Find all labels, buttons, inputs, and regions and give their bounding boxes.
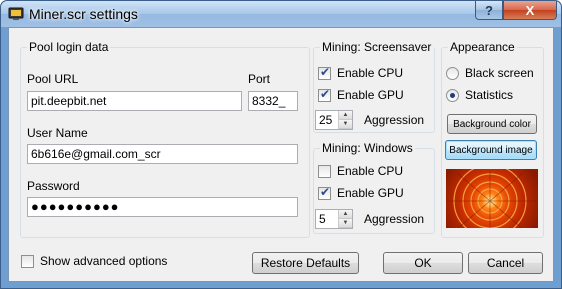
radio-unselected-icon <box>446 66 459 80</box>
settings-window: Miner.scr settings ? X Pool login data P… <box>0 0 562 289</box>
password-input[interactable]: ●●●●●●●●●● <box>27 197 298 217</box>
windows-cpu-label: Enable CPU <box>337 164 404 178</box>
spin-up-icon[interactable]: ▲ <box>339 210 352 219</box>
restore-defaults-button[interactable]: Restore Defaults <box>252 252 359 274</box>
ok-button[interactable]: OK <box>383 252 463 274</box>
background-color-button[interactable]: Background color <box>447 114 537 134</box>
advanced-options-label: Show advanced options <box>40 254 168 268</box>
title-bar[interactable]: Miner.scr settings ? X <box>1 1 561 27</box>
checkbox-unchecked-icon <box>21 254 34 268</box>
screensaver-aggression-stepper[interactable]: 25 ▲ ▼ <box>315 110 353 130</box>
screensaver-legend: Mining: Screensaver <box>322 40 432 54</box>
close-button[interactable]: X <box>503 1 557 20</box>
advanced-options-checkbox[interactable]: Show advanced options <box>21 254 167 268</box>
screensaver-cpu-checkbox[interactable]: Enable CPU <box>318 65 404 80</box>
screensaver-gpu-label: Enable GPU <box>337 88 404 102</box>
black-screen-radio[interactable]: Black screen <box>446 66 534 80</box>
pool-url-input[interactable]: pit.deepbit.net <box>27 91 242 111</box>
flower-image <box>446 169 536 228</box>
password-label: Password <box>27 179 80 193</box>
background-preview-image <box>446 169 538 228</box>
statistics-radio[interactable]: Statistics <box>446 88 513 102</box>
screensaver-aggression-value: 25 <box>319 113 333 127</box>
port-input[interactable]: 8332_ <box>248 91 298 111</box>
windows-aggression-label: Aggression <box>364 212 425 226</box>
screensaver-aggression-label: Aggression <box>364 113 425 127</box>
user-name-label: User Name <box>27 126 88 140</box>
app-icon <box>8 7 24 20</box>
checkbox-checked-icon <box>318 65 331 80</box>
windows-cpu-checkbox[interactable]: Enable CPU <box>318 164 403 178</box>
black-screen-label: Black screen <box>465 66 534 80</box>
port-label: Port <box>248 72 271 86</box>
spin-down-icon[interactable]: ▼ <box>339 120 352 129</box>
pool-login-legend: Pool login data <box>29 40 109 54</box>
user-name-input[interactable]: 6b616e@gmail.com_scr <box>27 144 298 164</box>
pool-url-label: Pool URL <box>27 72 79 86</box>
windows-gpu-label: Enable GPU <box>337 186 404 200</box>
checkbox-unchecked-icon <box>318 164 331 178</box>
windows-legend: Mining: Windows <box>322 141 413 155</box>
radio-selected-icon <box>446 88 459 102</box>
cancel-button[interactable]: Cancel <box>468 252 543 274</box>
dialog-body: Pool login data Pool URL pit.deepbit.net… <box>8 27 554 282</box>
screensaver-gpu-checkbox[interactable]: Enable GPU <box>318 87 404 102</box>
spin-down-icon[interactable]: ▼ <box>339 219 352 228</box>
checkbox-checked-icon <box>318 185 331 200</box>
windows-aggression-value: 5 <box>319 212 326 226</box>
statistics-label: Statistics <box>465 88 514 102</box>
checkbox-checked-icon <box>318 87 331 102</box>
windows-aggression-stepper[interactable]: 5 ▲ ▼ <box>315 209 353 229</box>
window-title: Miner.scr settings <box>29 6 138 22</box>
appearance-legend: Appearance <box>450 40 515 54</box>
screensaver-cpu-label: Enable CPU <box>337 66 404 80</box>
windows-gpu-checkbox[interactable]: Enable GPU <box>318 185 404 200</box>
spin-up-icon[interactable]: ▲ <box>339 111 352 120</box>
background-image-button[interactable]: Background image <box>445 140 537 160</box>
help-button[interactable]: ? <box>475 1 503 20</box>
